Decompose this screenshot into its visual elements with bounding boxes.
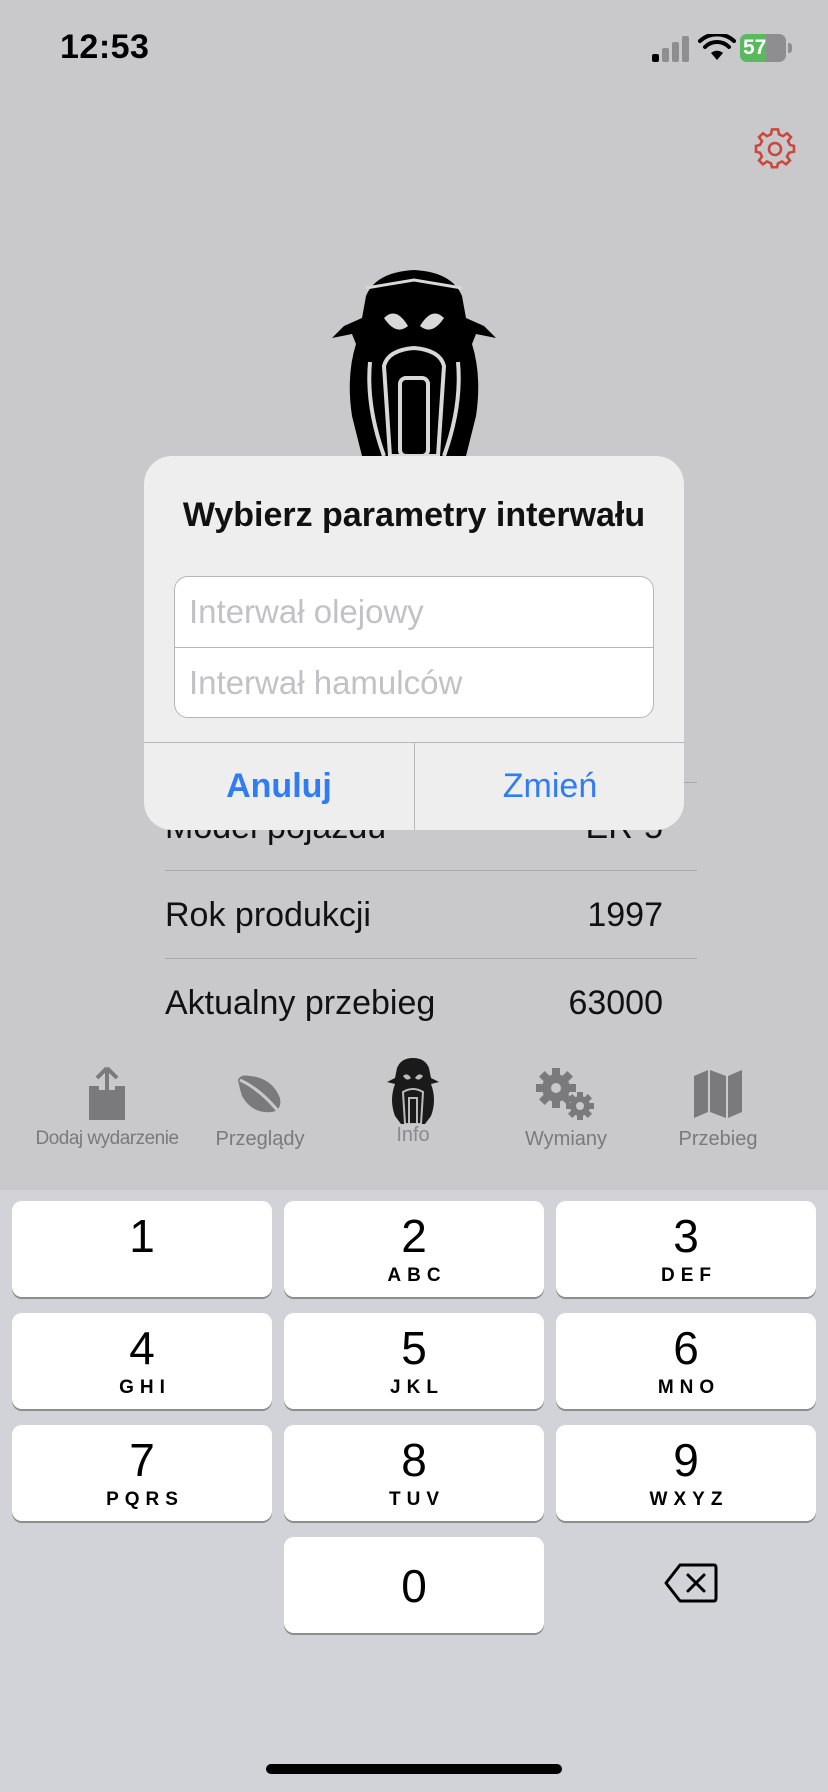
key-7[interactable]: 7 PQRS bbox=[12, 1425, 272, 1521]
key-letters: WXYZ bbox=[649, 1489, 729, 1510]
leaf-icon bbox=[238, 1075, 284, 1117]
oil-interval-input[interactable] bbox=[175, 577, 653, 647]
key-number: 9 bbox=[673, 1434, 699, 1486]
tab-label: Info bbox=[396, 1124, 430, 1146]
key-8[interactable]: 8 TUV bbox=[284, 1425, 544, 1521]
dialog-fields bbox=[174, 576, 654, 718]
key-6[interactable]: 6 MNO bbox=[556, 1313, 816, 1409]
key-2[interactable]: 2 ABC bbox=[284, 1201, 544, 1297]
key-letters: MNO bbox=[657, 1377, 721, 1398]
key-number: 3 bbox=[673, 1210, 699, 1262]
brake-interval-input[interactable] bbox=[175, 648, 653, 717]
list-item: Rok produkcji 1997 bbox=[165, 896, 663, 935]
tab-add-event[interactable]: Dodaj wydarzenie bbox=[32, 1066, 182, 1150]
gears-icon bbox=[536, 1068, 594, 1120]
key-letters: DEF bbox=[661, 1265, 717, 1286]
tab-inspections[interactable]: Przeglądy bbox=[185, 1066, 335, 1151]
home-indicator bbox=[266, 1764, 562, 1774]
key-letters: PQRS bbox=[106, 1489, 184, 1510]
list-item: Aktualny przebieg 63000 bbox=[165, 984, 663, 1023]
key-number: 1 bbox=[129, 1210, 155, 1262]
motorcycle-logo bbox=[332, 270, 496, 456]
map-icon bbox=[694, 1070, 742, 1118]
key-letters: TUV bbox=[389, 1489, 445, 1510]
tab-label: Przeglądy bbox=[215, 1128, 305, 1150]
list-item-label: Aktualny przebieg bbox=[165, 984, 436, 1022]
cellular-signal-icon bbox=[652, 36, 689, 62]
tab-label: Dodaj wydarzenie bbox=[35, 1128, 179, 1149]
tab-label: Wymiany bbox=[524, 1128, 608, 1150]
key-number: 5 bbox=[401, 1322, 427, 1374]
interval-dialog: Wybierz parametry interwału Anuluj Zmień bbox=[144, 456, 684, 830]
wifi-icon bbox=[698, 34, 736, 60]
list-separator bbox=[165, 870, 697, 871]
key-number: 4 bbox=[129, 1322, 155, 1374]
key-3[interactable]: 3 DEF bbox=[556, 1201, 816, 1297]
list-item-label: Rok produkcji bbox=[165, 896, 371, 934]
key-5[interactable]: 5 JKL bbox=[284, 1313, 544, 1409]
key-0[interactable]: 0 bbox=[284, 1537, 544, 1633]
key-letters: ABC bbox=[387, 1265, 447, 1286]
tab-replacements[interactable]: Wymiany bbox=[491, 1066, 641, 1151]
key-number: 8 bbox=[401, 1434, 427, 1486]
key-number: 2 bbox=[401, 1210, 427, 1262]
change-button[interactable]: Zmień bbox=[415, 743, 684, 830]
key-number: 0 bbox=[401, 1560, 427, 1612]
key-9[interactable]: 9 WXYZ bbox=[556, 1425, 816, 1521]
settings-gear-icon[interactable] bbox=[754, 128, 796, 170]
key-number: 7 bbox=[129, 1434, 155, 1486]
tab-mileage[interactable]: Przebieg bbox=[643, 1066, 793, 1151]
tab-label: Przebieg bbox=[678, 1128, 758, 1150]
key-letters: GHI bbox=[119, 1377, 171, 1398]
key-letters: JKL bbox=[390, 1377, 444, 1398]
delete-backspace-icon[interactable] bbox=[664, 1562, 718, 1604]
motorcycle-icon bbox=[387, 1058, 439, 1124]
list-separator bbox=[165, 958, 697, 959]
dialog-title: Wybierz parametry interwału bbox=[182, 496, 646, 534]
key-4[interactable]: 4 GHI bbox=[12, 1313, 272, 1409]
key-number: 6 bbox=[673, 1322, 699, 1374]
list-item-value: 1997 bbox=[587, 896, 663, 934]
status-time: 12:53 bbox=[60, 28, 150, 66]
key-1[interactable]: 1 bbox=[12, 1201, 272, 1297]
list-item-value: 63000 bbox=[568, 984, 663, 1022]
share-icon bbox=[89, 1066, 125, 1120]
battery-icon: 57 bbox=[740, 34, 792, 62]
tab-info[interactable]: Info bbox=[338, 1058, 488, 1147]
cancel-button[interactable]: Anuluj bbox=[144, 743, 414, 830]
battery-percentage: 57 bbox=[743, 36, 767, 59]
